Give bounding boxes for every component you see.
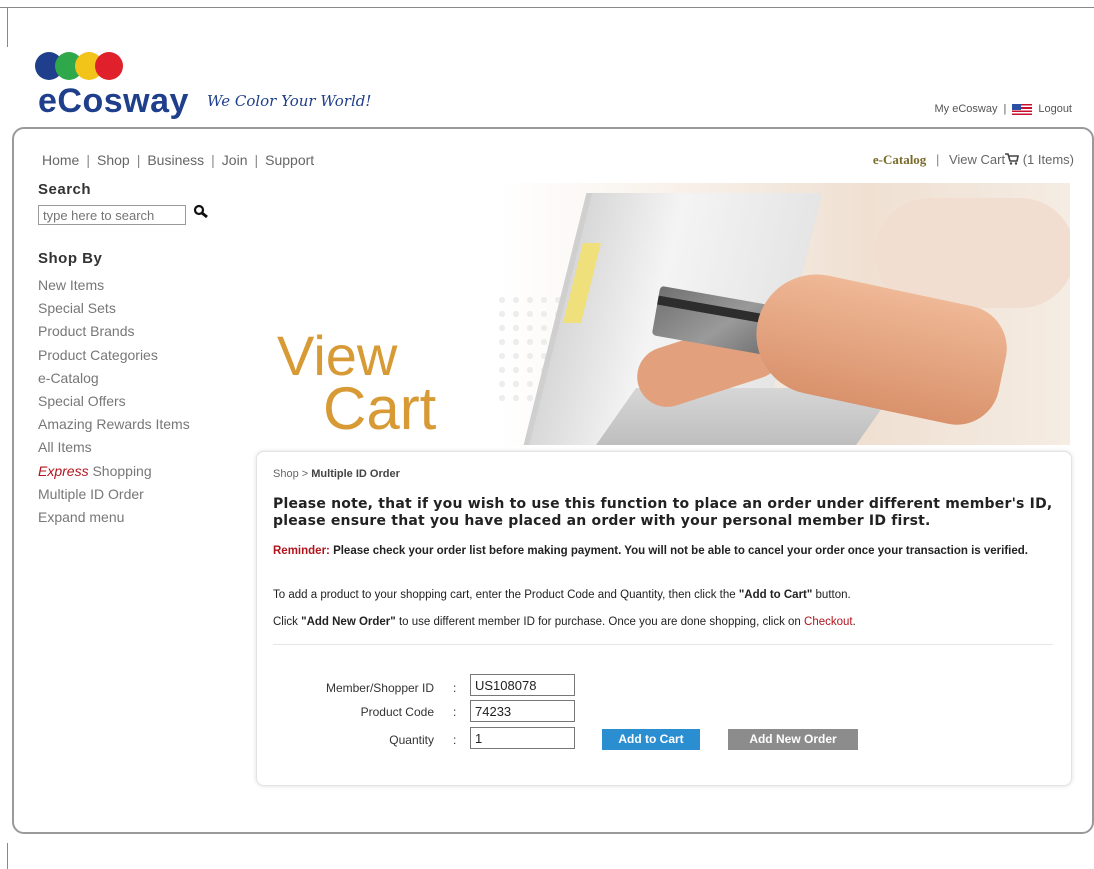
us-flag-icon[interactable] bbox=[1012, 103, 1033, 115]
outer-frame-top bbox=[0, 7, 1094, 8]
content-divider bbox=[273, 644, 1053, 645]
brand-tagline: We Color Your World! bbox=[207, 92, 371, 110]
shop-by-multiple-id-order[interactable]: Multiple ID Order bbox=[38, 483, 190, 506]
member-id-label: Member/Shopper ID bbox=[325, 681, 434, 695]
member-id-field[interactable] bbox=[470, 674, 575, 696]
express-suffix: Shopping bbox=[88, 462, 152, 479]
quantity-colon: : bbox=[453, 733, 457, 747]
main-nav: Home | Shop | Business | Join | Support bbox=[42, 152, 315, 168]
member-id-colon: : bbox=[453, 681, 457, 695]
shop-by-special-sets[interactable]: Special Sets bbox=[38, 297, 190, 320]
brand-name[interactable]: eCosway bbox=[38, 82, 189, 121]
shop-by-list: New Items Special Sets Product Brands Pr… bbox=[38, 274, 190, 529]
shop-by-title: Shop By bbox=[38, 250, 103, 267]
search-input[interactable] bbox=[38, 205, 186, 225]
shop-by-amazing-rewards[interactable]: Amazing Rewards Items bbox=[38, 413, 190, 436]
tagline-text: We Color Your World! bbox=[207, 92, 372, 110]
shop-by-expand-menu[interactable]: Expand menu bbox=[38, 506, 190, 529]
quantity-field[interactable] bbox=[470, 727, 575, 749]
shop-by-all-items[interactable]: All Items bbox=[38, 436, 190, 459]
view-cart-link[interactable]: View Cart bbox=[949, 152, 1005, 167]
logo-dots[interactable] bbox=[35, 52, 135, 84]
cart-count: (1 Items) bbox=[1022, 152, 1074, 167]
shop-by-product-brands[interactable]: Product Brands bbox=[38, 320, 190, 343]
nav-home[interactable]: Home bbox=[42, 152, 79, 168]
breadcrumb: Shop > Multiple ID Order bbox=[273, 468, 400, 480]
top-links: My eCosway | Logout bbox=[935, 103, 1072, 115]
nav-join[interactable]: Join bbox=[222, 152, 248, 168]
nav-support[interactable]: Support bbox=[265, 152, 314, 168]
search-icon[interactable] bbox=[193, 204, 209, 220]
add-to-cart-button[interactable]: Add to Cart bbox=[602, 729, 700, 750]
right-nav: e-Catalog | View Cart (1 Items) bbox=[872, 152, 1074, 167]
view-cart-banner: View Cart bbox=[255, 183, 1070, 445]
banner-title-cart: Cart bbox=[323, 375, 437, 442]
add-new-order-button[interactable]: Add New Order bbox=[728, 729, 858, 750]
instruction-add-new-order: Click "Add New Order" to use different m… bbox=[273, 616, 856, 628]
shop-by-express-shopping[interactable]: Express Shopping bbox=[38, 460, 190, 483]
breadcrumb-current: Multiple ID Order bbox=[311, 468, 400, 480]
product-code-label: Product Code bbox=[360, 705, 434, 719]
quantity-label: Quantity bbox=[389, 733, 434, 747]
outer-frame-left-lower bbox=[7, 843, 8, 869]
express-label: Express bbox=[38, 462, 89, 479]
shop-by-ecatalog[interactable]: e-Catalog bbox=[38, 367, 190, 390]
logout-link[interactable]: Logout bbox=[1038, 103, 1072, 115]
shop-by-special-offers[interactable]: Special Offers bbox=[38, 390, 190, 413]
reminder-text: Reminder: Please check your order list b… bbox=[273, 545, 1028, 557]
shop-by-product-categories[interactable]: Product Categories bbox=[38, 344, 190, 367]
cart-icon[interactable] bbox=[1005, 153, 1020, 165]
product-code-colon: : bbox=[453, 705, 457, 719]
my-ecosway-link[interactable]: My eCosway bbox=[935, 103, 998, 115]
product-code-field[interactable] bbox=[470, 700, 575, 722]
outer-frame-left bbox=[7, 7, 8, 47]
instruction-add-to-cart: To add a product to your shopping cart, … bbox=[273, 589, 851, 601]
ecatalog-link[interactable]: e-Catalog bbox=[873, 152, 926, 167]
toplinks-separator: | bbox=[1003, 103, 1007, 115]
order-content-box: Shop > Multiple ID Order Please note, th… bbox=[256, 451, 1072, 786]
nav-shop[interactable]: Shop bbox=[97, 152, 130, 168]
shop-by-new-items[interactable]: New Items bbox=[38, 274, 190, 297]
nav-business[interactable]: Business bbox=[147, 152, 204, 168]
search-title: Search bbox=[38, 181, 92, 198]
logo-dot-red bbox=[95, 52, 123, 80]
notice-text: Please note, that if you wish to use thi… bbox=[273, 496, 1053, 529]
breadcrumb-shop[interactable]: Shop bbox=[273, 468, 299, 480]
reminder-label: Reminder: bbox=[273, 545, 330, 557]
checkout-link[interactable]: Checkout bbox=[804, 616, 853, 628]
